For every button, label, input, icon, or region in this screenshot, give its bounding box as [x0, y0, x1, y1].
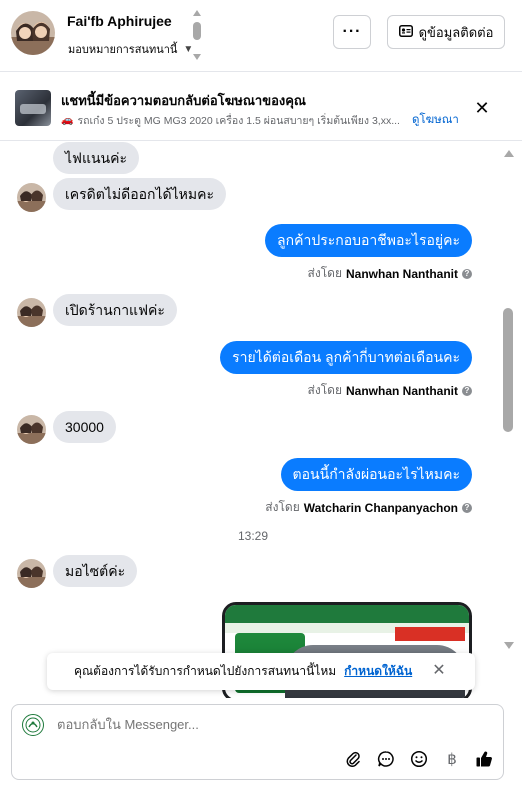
contact-avatar-small [17, 415, 46, 444]
contact-avatar-small [17, 298, 46, 327]
contact-card-icon [398, 24, 413, 40]
sender-name: Watcharin Chanpanyachon [303, 500, 458, 515]
emoji-icon[interactable] [408, 748, 430, 770]
assign-prompt-text: คุณต้องการได้รับการกำหนดไปยังการสนทนานี้… [74, 664, 337, 678]
close-icon[interactable]: ✕ [431, 662, 447, 680]
outgoing-message: ลูกค้าประกอบอาชีพอะไรอยู่คะ [265, 224, 472, 257]
car-icon: 🚗 [61, 114, 74, 126]
sender-name: Nanwhan Nanthanit [345, 266, 458, 281]
scroll-thumb[interactable] [503, 308, 513, 432]
ad-description-text: รถเก๋ง 5 ประตู MG MG3 2020 เครื่อง 1.5 ผ… [77, 114, 400, 127]
scroll-up-arrow-icon[interactable] [504, 150, 514, 157]
sent-by-label: ส่งโดย [307, 266, 342, 280]
header-scroll-control[interactable] [191, 10, 203, 60]
incoming-message: เปิดร้านกาแฟค่ะ [53, 294, 177, 326]
ad-banner-title: แชทนี้มีข้อความตอบกลับต่อโฆษณาของคุณ [61, 93, 306, 108]
baht-icon[interactable]: ฿ [441, 748, 463, 770]
contact-avatar-small [17, 559, 46, 588]
view-contact-info-button[interactable]: ดูข้อมูลติดต่อ [387, 15, 505, 49]
scroll-down-arrow-icon[interactable] [504, 642, 514, 649]
image-promo-block [395, 627, 465, 641]
scroll-down-arrow-icon[interactable] [193, 54, 201, 60]
conversation-header: Fai'fb Aphirujee มอบหมายการสนทนานี้ ▼ ··… [0, 0, 522, 72]
incoming-message: 30000 [53, 411, 116, 443]
sender-name: Nanwhan Nanthanit [345, 383, 458, 398]
help-icon[interactable]: ? [462, 268, 472, 279]
assign-to-me-link[interactable]: กำหนดให้ฉัน [344, 662, 412, 681]
incoming-message: เครดิตไม่ดีออกได้ไหมคะ [53, 178, 227, 210]
more-options-button[interactable]: ··· [333, 15, 371, 49]
attach-icon[interactable] [342, 748, 364, 770]
sent-by-line: ส่งโดย Nanwhan Nanthanit ? [308, 381, 472, 400]
contact-avatar-small [17, 183, 46, 212]
scroll-thumb[interactable] [193, 22, 201, 40]
saved-reply-icon[interactable] [375, 748, 397, 770]
contact-info-label: ดูข้อมูลติดต่อ [418, 24, 494, 40]
image-band [225, 605, 469, 623]
message-timestamp: 13:29 [238, 529, 269, 543]
view-ad-link[interactable]: ดูโฆษณา [412, 111, 459, 129]
contact-avatar[interactable] [11, 11, 55, 55]
outgoing-message: รายได้ต่อเดือน ลูกค้ากี่บาทต่อเดือนคะ [220, 341, 472, 374]
reply-input[interactable] [57, 717, 437, 732]
close-icon[interactable]: ✕ [472, 98, 492, 118]
contact-name[interactable]: Fai'fb Aphirujee [67, 13, 172, 29]
sent-by-line: ส่งโดย Nanwhan Nanthanit ? [308, 264, 472, 283]
ad-banner-description: 🚗 รถเก๋ง 5 ประตู MG MG3 2020 เครื่อง 1.5… [61, 111, 459, 129]
reply-composer: ฿ [11, 704, 504, 780]
sent-by-label: ส่งโดย [307, 383, 342, 397]
help-icon[interactable]: ? [462, 385, 472, 396]
message-thread: ไฟแนนค่ะ เครดิตไม่ดีออกได้ไหมคะ ลูกค้าปร… [0, 142, 500, 698]
assign-label: มอบหมายการสนทนานี้ [68, 44, 178, 56]
assign-prompt-toast: คุณต้องการได้รับการกำหนดไปยังการสนทนานี้… [47, 653, 475, 690]
like-icon[interactable] [473, 748, 495, 770]
sent-by-line: ส่งโดย Watcharin Chanpanyachon ? [265, 498, 472, 517]
incoming-message: มอไซต์ค่ะ [53, 555, 138, 587]
assign-conversation-dropdown[interactable]: มอบหมายการสนทนานี้ ▼ [68, 40, 193, 58]
page-avatar [22, 714, 44, 736]
incoming-message: ไฟแนนค่ะ [53, 142, 140, 174]
help-icon[interactable]: ? [462, 502, 472, 513]
thread-scrollbar[interactable] [500, 142, 522, 657]
sent-by-label: ส่งโดย [265, 500, 300, 514]
scroll-up-arrow-icon[interactable] [193, 10, 201, 16]
ad-thumbnail[interactable] [15, 90, 51, 126]
ad-reply-banner: แชทนี้มีข้อความตอบกลับต่อโฆษณาของคุณ 🚗 ร… [0, 73, 522, 141]
outgoing-message: ตอนนี้กำลังผ่อนอะไรไหมคะ [280, 458, 472, 491]
